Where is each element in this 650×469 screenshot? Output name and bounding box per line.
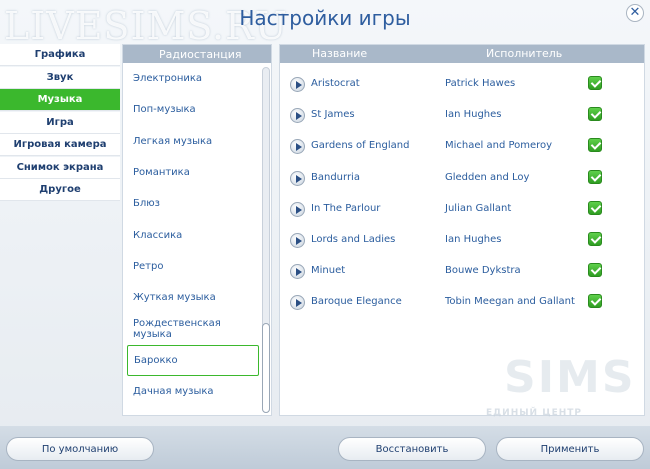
station-item[interactable]: Дачная музыка: [123, 376, 261, 407]
checkbox-checked-icon[interactable]: [588, 263, 602, 278]
track-artist: Julian Gallant: [445, 202, 512, 214]
track-name: Gardens of England: [311, 140, 410, 152]
checkbox-checked-icon[interactable]: [588, 138, 602, 153]
play-icon[interactable]: [290, 139, 305, 155]
station-item[interactable]: Поп-музыка: [123, 94, 261, 125]
station-item[interactable]: Электроника: [123, 63, 261, 94]
track-row: Lords and Ladies Ian Hughes: [280, 224, 644, 255]
station-list: Электроника Поп-музыка Легкая музыка Романт…: [123, 63, 271, 407]
track-name: In The Parlour: [311, 202, 381, 214]
play-icon[interactable]: [290, 295, 305, 311]
play-icon[interactable]: [290, 232, 305, 248]
settings-window: LIVESIMS.RU Настройки игры ✕ Графика Звук…: [0, 0, 650, 469]
tracks-header: Название Исполнитель: [280, 45, 644, 63]
track-row: Minuet Bouwe Dykstra: [280, 255, 644, 286]
tracks-panel: Название Исполнитель Aristocrat Patrick H…: [279, 44, 645, 416]
station-header: Радиостанция: [123, 45, 271, 63]
play-icon[interactable]: [290, 170, 305, 186]
track-row: Aristocrat Patrick Hawes: [280, 68, 644, 99]
checkbox-checked-icon[interactable]: [588, 107, 602, 122]
track-name: Lords and Ladies: [311, 233, 396, 245]
station-item[interactable]: Блюз: [123, 188, 261, 219]
nav-item[interactable]: Графика: [0, 44, 120, 66]
station-item[interactable]: Ретро: [123, 251, 261, 282]
settings-nav: Графика Звук Музыка Игра Игровая камера Снимо…: [0, 44, 120, 202]
track-artist: Bouwe Dykstra: [445, 265, 521, 277]
column-header-artist: Исполнитель: [486, 47, 563, 60]
checkbox-checked-icon[interactable]: [588, 169, 602, 184]
track-row: Bandurria Gledden and Loy: [280, 162, 644, 193]
column-header-name: Название: [312, 47, 368, 60]
defaults-button[interactable]: По умолчанию: [6, 437, 154, 461]
station-panel: Радиостанция Электроника Поп-музыка Легкая…: [122, 44, 272, 416]
track-name: Minuet: [311, 265, 346, 277]
nav-item[interactable]: Снимок экрана: [0, 156, 120, 179]
bottom-bar: По умолчанию Восстановить Применить: [0, 426, 650, 469]
track-row: Gardens of England Michael and Pomeroy: [280, 130, 644, 161]
track-name: Aristocrat: [311, 78, 360, 89]
track-artist: Michael and Pomeroy: [445, 140, 553, 152]
scrollbar-thumb[interactable]: [262, 323, 270, 413]
restore-button[interactable]: Восстановить: [338, 437, 486, 461]
track-artist: Gledden and Loy: [445, 171, 530, 183]
track-row: St James Ian Hughes: [280, 99, 644, 130]
track-artist: Tobin Meegan and Gallant: [445, 296, 575, 308]
track-artist: Ian Hughes: [445, 109, 502, 121]
nav-item[interactable]: Игровая камера: [0, 134, 120, 156]
checkbox-checked-icon[interactable]: [588, 231, 602, 246]
track-list: Aristocrat Patrick Hawes St James Ian Hughe…: [280, 68, 644, 318]
nav-item[interactable]: Игра: [0, 111, 120, 134]
station-item[interactable]: Классика: [123, 219, 261, 250]
track-name: Baroque Elegance: [311, 296, 402, 308]
track-artist: Patrick Hawes: [445, 78, 516, 89]
station-item[interactable]: Легкая музыка: [123, 126, 261, 157]
checkbox-checked-icon[interactable]: [588, 76, 602, 90]
track-row: Baroque Elegance Tobin Meegan and Gallant: [280, 286, 644, 317]
nav-item[interactable]: Музыка: [0, 89, 120, 111]
station-item[interactable]: Жуткая музыка: [123, 282, 261, 313]
station-scrollbar[interactable]: [262, 67, 270, 413]
checkbox-checked-icon[interactable]: [588, 294, 602, 309]
checkbox-checked-icon[interactable]: [588, 200, 602, 215]
track-name: Bandurria: [311, 171, 360, 183]
play-icon[interactable]: [290, 264, 305, 280]
nav-item[interactable]: Другое: [0, 179, 120, 201]
nav-item[interactable]: Звук: [0, 66, 120, 89]
apply-button[interactable]: Применить: [496, 437, 644, 461]
station-item[interactable]: Барокко: [127, 344, 259, 376]
station-item[interactable]: Романтика: [123, 157, 261, 188]
track-artist: Ian Hughes: [445, 233, 502, 245]
close-icon[interactable]: ✕: [626, 4, 644, 22]
track-name: St James: [311, 109, 355, 121]
play-icon[interactable]: [290, 77, 305, 92]
station-item[interactable]: Рождественская музыка: [123, 313, 261, 344]
track-row: In The Parlour Julian Gallant: [280, 193, 644, 224]
play-icon[interactable]: [290, 108, 305, 124]
play-icon[interactable]: [290, 201, 305, 217]
page-title: Настройки игры: [239, 6, 411, 30]
